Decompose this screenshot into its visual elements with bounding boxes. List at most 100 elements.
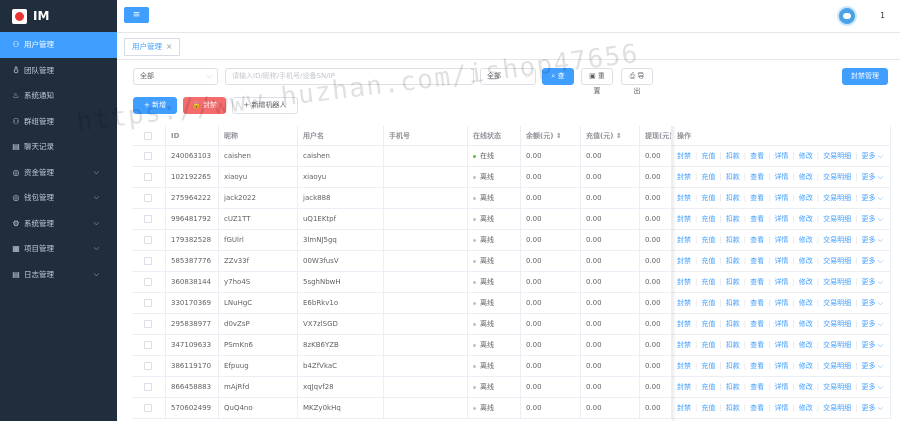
op-link[interactable]: 更多 ⌵ <box>862 173 884 181</box>
op-link[interactable]: 扣款 <box>726 404 740 412</box>
op-link[interactable]: 封禁 <box>677 278 691 286</box>
op-link[interactable]: 封禁 <box>677 215 691 223</box>
row-checkbox[interactable] <box>144 341 152 349</box>
op-link[interactable]: 更多 ⌵ <box>862 341 884 349</box>
op-link[interactable]: 查看 <box>750 173 764 181</box>
op-link[interactable]: 详情 <box>774 236 788 244</box>
op-link[interactable]: 详情 <box>774 362 788 370</box>
op-link[interactable]: 修改 <box>799 404 813 412</box>
op-link[interactable]: 充值 <box>701 320 715 328</box>
op-link[interactable]: 交易明细 <box>823 257 851 265</box>
reset-button[interactable]: ▣ 重 置 <box>581 68 613 95</box>
op-link[interactable]: 查看 <box>750 215 764 223</box>
op-link[interactable]: 修改 <box>799 320 813 328</box>
op-link[interactable]: 充值 <box>701 152 715 160</box>
op-link[interactable]: 查看 <box>750 320 764 328</box>
op-link[interactable]: 封禁 <box>677 194 691 202</box>
op-link[interactable]: 扣款 <box>726 341 740 349</box>
op-link[interactable]: 交易明细 <box>823 215 851 223</box>
op-link[interactable]: 交易明细 <box>823 362 851 370</box>
sidebar-item-user[interactable]: ⚇ 用户管理 <box>0 32 117 58</box>
sidebar-item-chat[interactable]: ▤ 聊天记录 <box>0 134 117 160</box>
op-link[interactable]: 查看 <box>750 362 764 370</box>
row-checkbox[interactable] <box>144 278 152 286</box>
op-link[interactable]: 交易明细 <box>823 404 851 412</box>
op-link[interactable]: 修改 <box>799 383 813 391</box>
op-link[interactable]: 充值 <box>701 341 715 349</box>
op-link[interactable]: 封禁 <box>677 299 691 307</box>
op-link[interactable]: 详情 <box>774 383 788 391</box>
row-checkbox[interactable] <box>144 236 152 244</box>
op-link[interactable]: 查看 <box>750 299 764 307</box>
op-link[interactable]: 封禁 <box>677 236 691 244</box>
column-header[interactable]: 余额(元) ⇕ <box>521 126 581 145</box>
row-checkbox[interactable] <box>144 152 152 160</box>
op-link[interactable]: 查看 <box>750 278 764 286</box>
row-checkbox[interactable] <box>144 383 152 391</box>
sidebar-item-gear[interactable]: ⚙ 系统管理 ⌵ <box>0 211 117 237</box>
op-link[interactable]: 充值 <box>701 299 715 307</box>
op-link[interactable]: 详情 <box>774 320 788 328</box>
ban-button[interactable]: 🔒 封禁 <box>183 97 226 114</box>
op-link[interactable]: 详情 <box>774 152 788 160</box>
sidebar-item-team[interactable]: ♁ 团队管理 <box>0 58 117 84</box>
op-link[interactable]: 更多 ⌵ <box>862 194 884 202</box>
op-link[interactable]: 修改 <box>799 215 813 223</box>
sidebar-item-project[interactable]: ▦ 项目管理 ⌵ <box>0 236 117 262</box>
op-link[interactable]: 详情 <box>774 278 788 286</box>
op-link[interactable]: 扣款 <box>726 299 740 307</box>
op-link[interactable]: 查看 <box>750 257 764 265</box>
op-link[interactable]: 交易明细 <box>823 152 851 160</box>
sidebar-item-log[interactable]: ▤ 日志管理 ⌵ <box>0 262 117 288</box>
op-link[interactable]: 扣款 <box>726 194 740 202</box>
type-select[interactable]: 全部 ⌵ <box>480 68 536 85</box>
op-link[interactable]: 更多 ⌵ <box>862 299 884 307</box>
op-link[interactable]: 扣款 <box>726 173 740 181</box>
op-link[interactable]: 更多 ⌵ <box>862 215 884 223</box>
op-link[interactable]: 详情 <box>774 299 788 307</box>
add-robot-button[interactable]: + 新增机器人 <box>232 97 298 114</box>
op-link[interactable]: 详情 <box>774 341 788 349</box>
tab-user-management[interactable]: 用户管理 × <box>124 38 181 56</box>
op-link[interactable]: 充值 <box>701 236 715 244</box>
op-link[interactable]: 更多 ⌵ <box>862 383 884 391</box>
op-link[interactable]: 详情 <box>774 173 788 181</box>
op-link[interactable]: 修改 <box>799 236 813 244</box>
op-link[interactable]: 扣款 <box>726 278 740 286</box>
op-link[interactable]: 交易明细 <box>823 341 851 349</box>
row-checkbox[interactable] <box>144 362 152 370</box>
close-icon[interactable]: × <box>166 42 172 51</box>
op-link[interactable]: 更多 ⌵ <box>862 320 884 328</box>
op-link[interactable]: 查看 <box>750 236 764 244</box>
op-link[interactable]: 更多 ⌵ <box>862 362 884 370</box>
op-link[interactable]: 扣款 <box>726 362 740 370</box>
sidebar-item-wallet[interactable]: ◎ 钱包管理 ⌵ <box>0 185 117 211</box>
op-link[interactable]: 封禁 <box>677 152 691 160</box>
row-checkbox[interactable] <box>144 299 152 307</box>
op-link[interactable]: 查看 <box>750 383 764 391</box>
op-link[interactable]: 充值 <box>701 362 715 370</box>
op-link[interactable]: 封禁 <box>677 383 691 391</box>
row-checkbox[interactable] <box>144 257 152 265</box>
op-link[interactable]: 扣款 <box>726 152 740 160</box>
op-link[interactable]: 扣款 <box>726 236 740 244</box>
row-checkbox[interactable] <box>144 173 152 181</box>
select-all-checkbox[interactable] <box>144 132 152 140</box>
op-link[interactable]: 充值 <box>701 173 715 181</box>
op-link[interactable]: 交易明细 <box>823 278 851 286</box>
op-link[interactable]: 交易明细 <box>823 320 851 328</box>
op-link[interactable]: 扣款 <box>726 215 740 223</box>
row-checkbox[interactable] <box>144 404 152 412</box>
op-link[interactable]: 修改 <box>799 278 813 286</box>
sidebar-item-group[interactable]: ⚇ 群组管理 <box>0 109 117 135</box>
op-link[interactable]: 充值 <box>701 278 715 286</box>
op-link[interactable]: 封禁 <box>677 341 691 349</box>
op-link[interactable]: 充值 <box>701 257 715 265</box>
op-link[interactable]: 更多 ⌵ <box>862 404 884 412</box>
sidebar-item-money[interactable]: ◎ 资金管理 ⌵ <box>0 160 117 186</box>
sort-icon[interactable]: ⇕ <box>616 132 622 140</box>
op-link[interactable]: 查看 <box>750 404 764 412</box>
row-checkbox[interactable] <box>144 194 152 202</box>
op-link[interactable]: 封禁 <box>677 173 691 181</box>
op-link[interactable]: 更多 ⌵ <box>862 257 884 265</box>
